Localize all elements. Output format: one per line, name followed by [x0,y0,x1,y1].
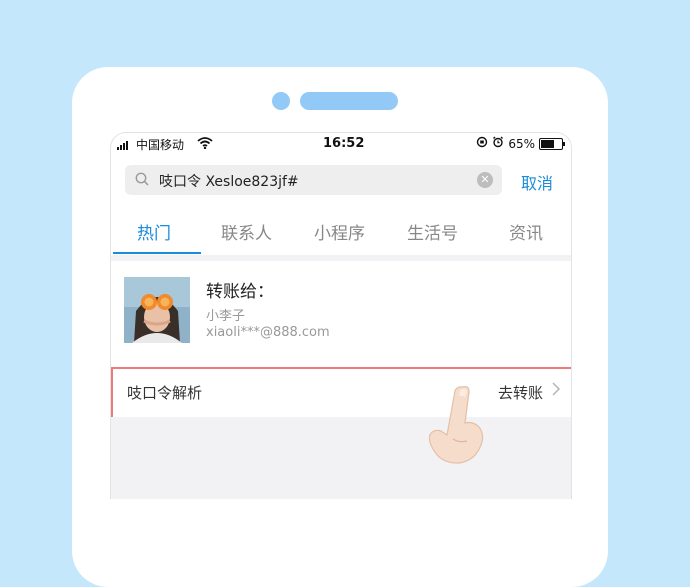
cancel-button[interactable]: 取消 [521,170,553,194]
battery-icon [539,137,565,150]
phone-frame: 中国移动 16:52 65% 吱口令 Xesloe823jf# ✕ 取消 热门 … [72,67,608,587]
alarm-icon [492,136,504,151]
code-parse-label: 吱口令解析 [127,384,203,402]
tab-news[interactable]: 资讯 [509,219,543,244]
status-time: 16:52 [323,136,365,151]
code-parse-row[interactable]: 吱口令解析 去转账 [111,367,571,419]
clear-icon[interactable]: ✕ [477,172,493,188]
tab-hot[interactable]: 热门 [137,219,171,244]
hand-pointer-icon [423,383,487,469]
empty-area [111,417,571,499]
transfer-card[interactable]: 转账给： 小李子 xiaoli***@888.com [111,261,571,367]
recipient-nickname: 小李子 [206,309,246,324]
phone-screen: 中国移动 16:52 65% 吱口令 Xesloe823jf# ✕ 取消 热门 … [110,132,572,499]
avatar [124,277,190,343]
lock-rotation-icon [476,136,488,151]
battery-percent: 65% [508,136,535,151]
signal-icon [117,140,131,150]
recipient-email: xiaoli***@888.com [206,325,330,340]
tab-bar: 热门 联系人 小程序 生活号 资讯 [111,205,571,256]
transfer-title: 转账给： [206,282,274,302]
camera-dot [272,92,290,110]
tab-life-accounts[interactable]: 生活号 [407,219,458,244]
go-transfer-link[interactable]: 去转账 [498,382,543,403]
tab-contacts[interactable]: 联系人 [221,219,272,244]
search-icon [135,172,150,191]
carrier-label: 中国移动 [136,138,185,152]
search-input[interactable]: 吱口令 Xesloe823jf# ✕ [125,165,502,195]
speaker-bar [300,92,398,110]
chevron-right-icon [551,381,561,401]
active-tab-indicator [113,252,201,254]
tab-mini-programs[interactable]: 小程序 [314,219,365,244]
search-query: 吱口令 Xesloe823jf# [159,174,299,190]
wifi-icon [197,137,213,152]
status-bar: 中国移动 16:52 65% [111,133,571,155]
